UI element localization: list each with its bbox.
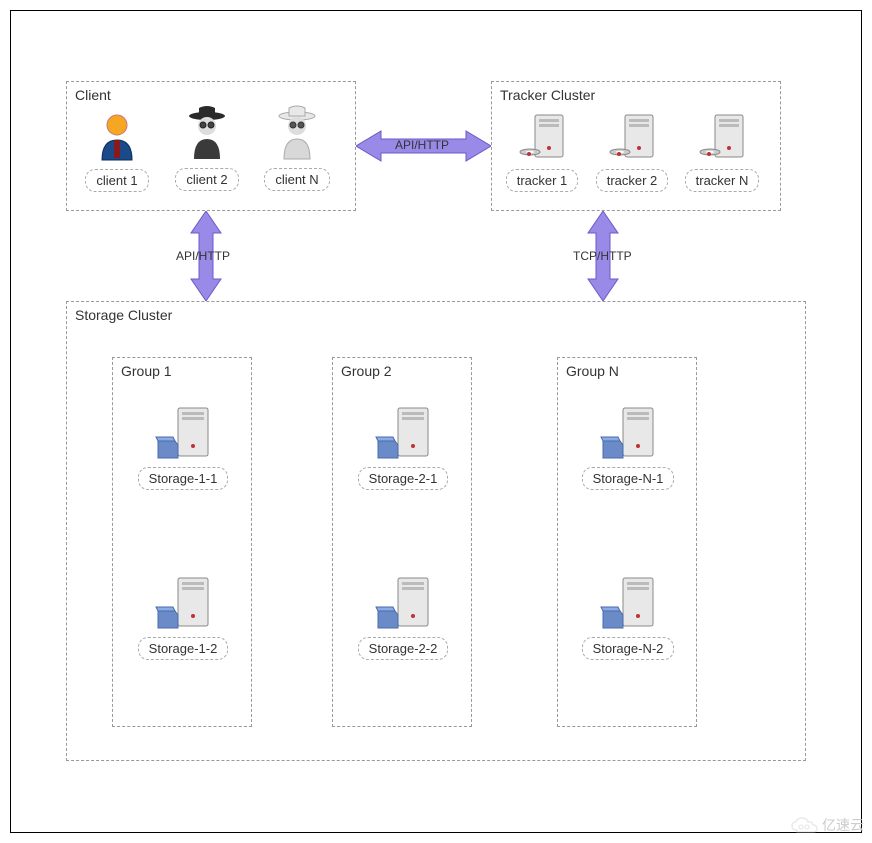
group-box-1: Group 1 Storage-1-1 <box>112 357 252 727</box>
storage-server-icon <box>373 573 433 633</box>
tracker-node-2: tracker 2 <box>592 110 672 192</box>
server-disk-icon <box>695 110 750 165</box>
storage-node: Storage-1-1 <box>133 403 233 490</box>
storage-label: Storage-N-2 <box>582 637 675 660</box>
storage-label: Storage-2-1 <box>358 467 449 490</box>
watermark: 亿速云 <box>790 815 864 835</box>
storage-node: Storage-2-1 <box>353 403 453 490</box>
storage-box-title: Storage Cluster <box>75 307 172 323</box>
storage-label: Storage-1-2 <box>138 637 229 660</box>
client-box-title: Client <box>75 87 111 103</box>
storage-label: Storage-N-1 <box>582 467 675 490</box>
tracker-label: tracker 1 <box>506 169 579 192</box>
storage-node: Storage-1-2 <box>133 573 233 660</box>
group-box-2: Group 2 Storage-2-1 <box>332 357 472 727</box>
client-label: client N <box>264 168 329 191</box>
spy-black-icon <box>182 104 232 164</box>
storage-server-icon <box>153 573 213 633</box>
storage-node: Storage-N-1 <box>578 403 678 490</box>
cloud-icon <box>790 816 818 834</box>
server-disk-icon <box>515 110 570 165</box>
tracker-cluster-box: Tracker Cluster tracker 1 <box>491 81 781 211</box>
tracker-node-1: tracker 1 <box>502 110 582 192</box>
client-node-1: client 1 <box>77 110 157 192</box>
storage-server-icon <box>373 403 433 463</box>
client-label: client 1 <box>85 169 148 192</box>
watermark-text: 亿速云 <box>822 815 864 835</box>
storage-label: Storage-1-1 <box>138 467 229 490</box>
storage-server-icon <box>598 403 658 463</box>
storage-cluster-box: Storage Cluster Group 1 Storage-1-1 <box>66 301 806 761</box>
spy-white-icon <box>272 104 322 164</box>
arrow-label-client-storage: API/HTTP <box>176 249 230 263</box>
user-icon <box>92 110 142 165</box>
client-node-n: client N <box>257 104 337 191</box>
storage-server-icon <box>598 573 658 633</box>
group-title: Group 2 <box>341 363 392 379</box>
client-label: client 2 <box>175 168 238 191</box>
storage-node: Storage-N-2 <box>578 573 678 660</box>
client-node-2: client 2 <box>167 104 247 191</box>
arrow-label-client-tracker: API/HTTP <box>395 138 449 152</box>
diagram-canvas: Client client 1 client 2 <box>10 10 862 833</box>
group-title: Group N <box>566 363 619 379</box>
arrow-label-tracker-storage: TCP/HTTP <box>573 249 632 263</box>
storage-server-icon <box>153 403 213 463</box>
client-cluster-box: Client client 1 client 2 <box>66 81 356 211</box>
group-title: Group 1 <box>121 363 172 379</box>
group-box-n: Group N Storage-N-1 <box>557 357 697 727</box>
storage-label: Storage-2-2 <box>358 637 449 660</box>
server-disk-icon <box>605 110 660 165</box>
tracker-box-title: Tracker Cluster <box>500 87 595 103</box>
tracker-node-n: tracker N <box>682 110 762 192</box>
tracker-label: tracker N <box>685 169 760 192</box>
tracker-label: tracker 2 <box>596 169 669 192</box>
storage-node: Storage-2-2 <box>353 573 453 660</box>
